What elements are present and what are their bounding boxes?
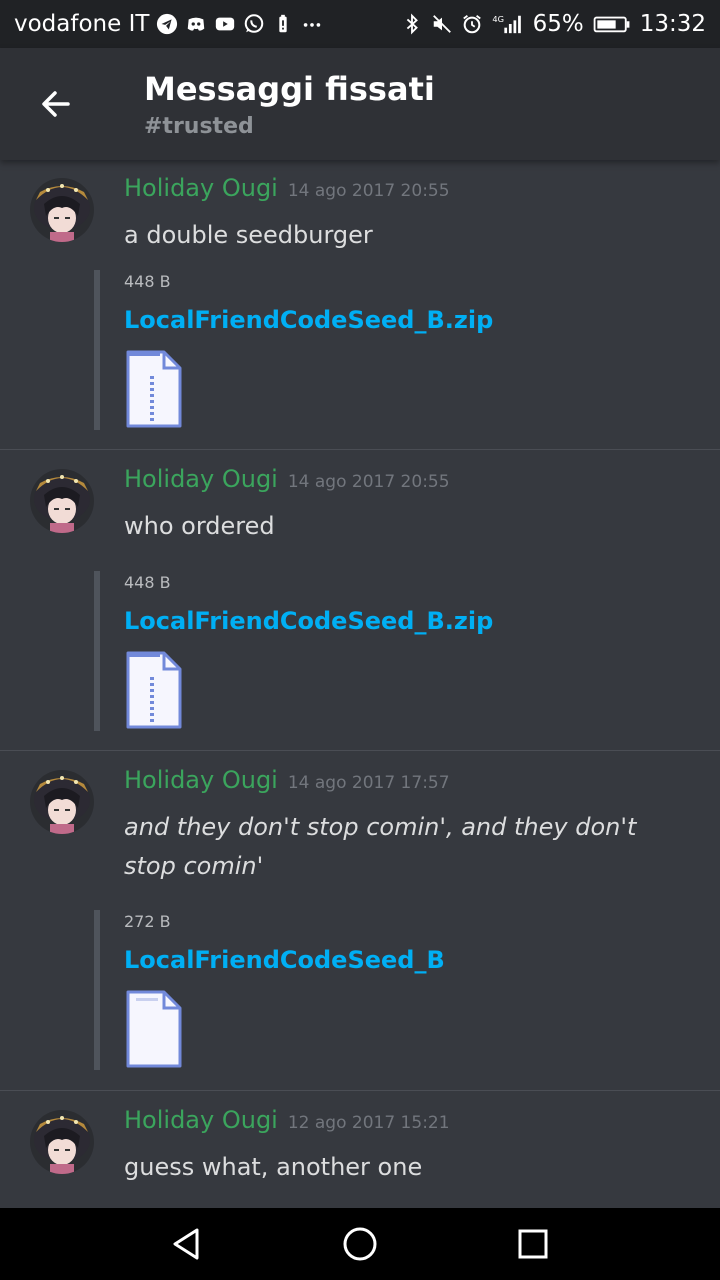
message-timestamp: 14 ago 2017 17:57 [287,773,450,793]
pinned-message[interactable]: Holiday Ougi 14 ago 2017 17:57 and they d… [0,752,720,1091]
status-bar: vodafone IT 4G 65% 13:32 [0,0,720,48]
zip-file-icon[interactable] [124,649,184,731]
battery-icon [592,13,632,35]
avatar[interactable] [30,178,94,242]
message-timestamp: 12 ago 2017 15:21 [287,1113,450,1133]
author-name[interactable]: Holiday Ougi [124,1106,278,1134]
avatar[interactable] [30,469,94,533]
file-attachment: 448 B LocalFriendCodeSeed_B.zip [94,270,494,430]
file-link[interactable]: LocalFriendCodeSeed_B [124,946,445,974]
home-circle-icon [343,1227,377,1261]
file-size: 272 B [124,912,171,931]
file-size: 448 B [124,272,171,291]
zip-file-icon[interactable] [124,348,184,430]
back-arrow-icon [42,91,70,117]
file-link[interactable]: LocalFriendCodeSeed_B.zip [124,306,493,334]
message-text: who ordered [124,512,275,540]
pinned-message[interactable]: Holiday Ougi 12 ago 2017 15:21 guess what… [0,1092,720,1208]
file-link[interactable]: LocalFriendCodeSeed_B.zip [124,607,493,635]
avatar[interactable] [30,1110,94,1174]
back-triangle-icon [173,1228,199,1260]
message-author[interactable]: Holiday Ougi 12 ago 2017 15:21 [124,1106,450,1134]
message-text: guess what, another one [124,1153,423,1181]
message-author[interactable]: Holiday Ougi 14 ago 2017 17:57 [124,766,450,794]
app-bar: Messaggi fissati #trusted [0,48,720,160]
message-author[interactable]: Holiday Ougi 14 ago 2017 20:55 [124,174,450,202]
pinned-message[interactable]: Holiday Ougi 14 ago 2017 20:55 a double s… [0,160,720,450]
channel-name: #trusted [144,114,254,139]
recents-square-icon [518,1229,548,1259]
nav-back-button[interactable] [155,1212,219,1276]
nav-recents-button[interactable] [501,1212,565,1276]
telegram-icon [156,13,178,35]
nav-home-button[interactable] [328,1212,392,1276]
author-name[interactable]: Holiday Ougi [124,766,278,794]
clock: 13:32 [639,11,706,37]
more-dots-icon [301,13,323,35]
author-name[interactable]: Holiday Ougi [124,465,278,493]
mute-icon [431,13,453,35]
youtube-icon [214,13,236,35]
message-author[interactable]: Holiday Ougi 14 ago 2017 20:55 [124,465,450,493]
discord-icon [185,13,207,35]
avatar[interactable] [30,770,94,834]
svg-text:4G: 4G [492,14,504,24]
whatsapp-icon [243,13,265,35]
message-timestamp: 14 ago 2017 20:55 [287,472,450,492]
bluetooth-icon [401,13,423,35]
battery-percent: 65% [532,11,584,37]
signal-icon: 4G [491,13,525,35]
author-name[interactable]: Holiday Ougi [124,174,278,202]
file-attachment: 272 B LocalFriendCodeSeed_B [94,910,494,1070]
message-text: a double seedburger [124,221,373,249]
file-attachment: 448 B LocalFriendCodeSeed_B.zip [94,571,494,731]
message-timestamp: 14 ago 2017 20:55 [287,181,450,201]
message-text: and they don't stop comin', and they don… [124,813,637,880]
system-nav-bar [0,1208,720,1280]
carrier-name: vodafone IT [14,11,150,37]
back-button[interactable] [28,76,84,132]
file-icon[interactable] [124,988,184,1070]
battery-saver-icon [272,13,294,35]
pinned-messages-list: Holiday Ougi 14 ago 2017 20:55 a double s… [0,160,720,1208]
pinned-message[interactable]: Holiday Ougi 14 ago 2017 20:55 who ordere… [0,451,720,751]
page-title: Messaggi fissati [144,70,435,108]
file-size: 448 B [124,573,171,592]
alarm-icon [461,13,483,35]
